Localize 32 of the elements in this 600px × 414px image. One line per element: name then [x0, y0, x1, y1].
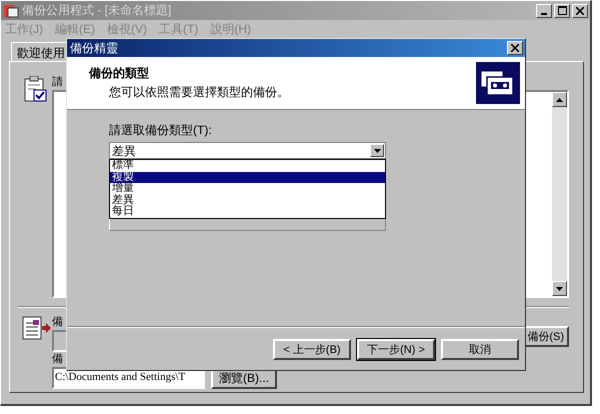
list-option[interactable]: 複製 [110, 172, 385, 183]
wizard-button[interactable]: < 上一步(B) [273, 338, 351, 360]
checklist-icon [24, 76, 48, 102]
list-option[interactable]: 增量 [110, 183, 385, 194]
label-text: 備 [52, 316, 64, 329]
backup-type-dropdown[interactable]: 差異 [109, 142, 386, 159]
wizard-button[interactable]: 取消 [441, 338, 519, 360]
field-label: 請選取備份類型(T): [109, 122, 213, 139]
label-text: 備 [52, 353, 64, 366]
tape-cassettes-icon [476, 62, 520, 104]
dialog-title: 備份精靈 [70, 40, 118, 56]
heading: 備份的類型 [89, 65, 150, 82]
scroll-down-icon[interactable] [556, 286, 563, 290]
scroll-up-icon[interactable] [556, 98, 563, 102]
list-option[interactable]: 差異 [110, 194, 385, 206]
maximize-icon [558, 6, 566, 15]
close-button[interactable] [572, 4, 588, 18]
maximize-button[interactable] [554, 4, 570, 18]
label-text: 請 [52, 76, 64, 89]
minimize-button[interactable] [536, 4, 552, 18]
subtitle: 您可以依照需要選擇類型的備份。 [108, 84, 289, 101]
dropdown-arrow-icon[interactable] [374, 148, 380, 152]
scrollbar[interactable] [552, 92, 567, 296]
list-option[interactable]: 每日 [110, 206, 385, 218]
window-title: 備份公用程式 - [未命名標題] [22, 2, 172, 19]
close-icon [511, 44, 519, 52]
close-button[interactable] [507, 41, 523, 55]
minimize-icon [541, 12, 547, 14]
wizard-button[interactable]: 下一步(N) > [357, 338, 435, 360]
close-icon [576, 6, 584, 14]
app-icon [3, 2, 19, 18]
document-arrow-icon [22, 316, 52, 340]
